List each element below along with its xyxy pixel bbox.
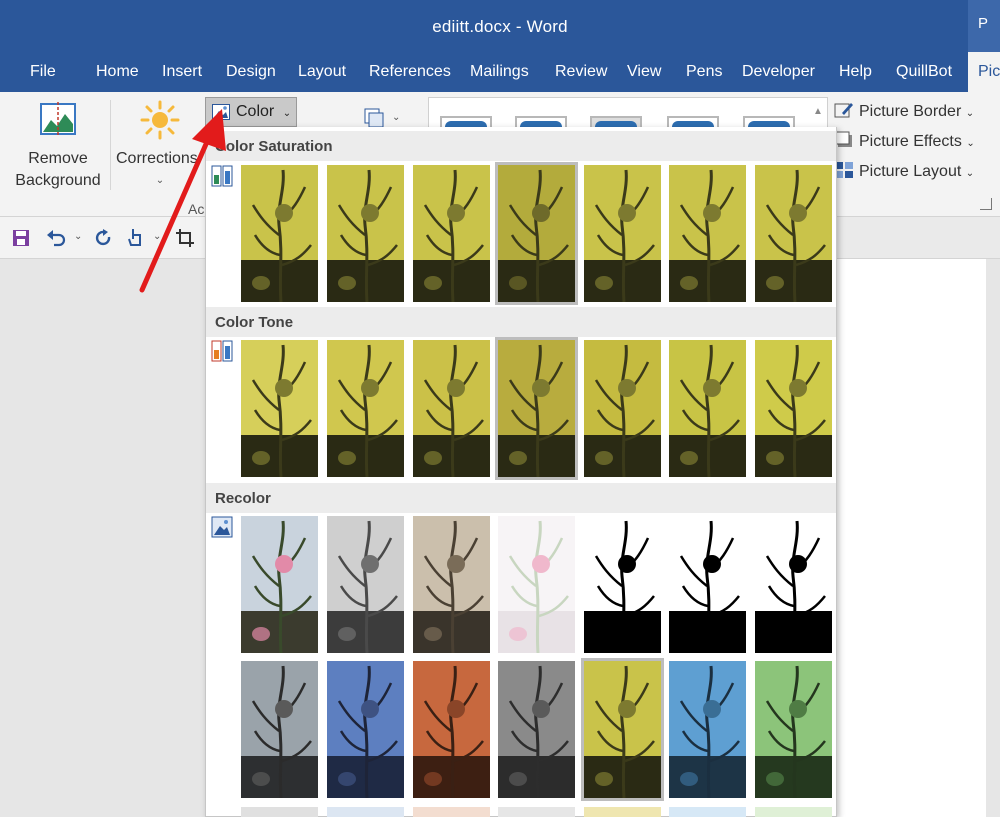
recolor-thumb[interactable] [413,516,490,653]
tab-pens[interactable]: Pens [686,63,722,81]
picture-border-button[interactable]: Picture Border ⌄ [834,101,974,121]
tab-view[interactable]: View [627,63,661,81]
save-icon[interactable] [12,229,30,247]
tab-references[interactable]: References [369,63,451,81]
tab-picture-format[interactable]: Pic [968,52,1000,92]
recolor-thumb[interactable] [669,807,746,817]
picture-layout-icon [835,162,853,178]
recolor-thumb[interactable] [327,661,404,798]
ribbon-divider [110,100,111,190]
recolor-thumb[interactable] [581,658,664,801]
section-title-color-tone: Color Tone [206,307,836,337]
tone-thumb[interactable] [584,340,661,477]
title-bar: ediitt.docx - Word P [0,0,1000,52]
redo-icon[interactable] [94,229,114,247]
recolor-thumb[interactable] [669,516,746,653]
annotation-arrow-icon [139,109,226,293]
remove-background-button[interactable]: Remove Background [8,100,108,192]
tab-review[interactable]: Review [555,63,607,81]
recolor-thumb[interactable] [241,516,318,653]
picture-layout-button[interactable]: Picture Layout ⌄ [834,161,974,181]
section-title-recolor: Recolor [206,483,836,513]
undo-dropdown-icon[interactable]: ⌄ [74,231,82,242]
tab-help[interactable]: Help [839,63,872,81]
chevron-down-icon[interactable]: ⌄ [392,112,400,123]
color-tone-icon [211,340,233,362]
tab-layout[interactable]: Layout [298,63,346,81]
tab-design[interactable]: Design [226,63,276,81]
tone-thumb[interactable] [669,340,746,477]
saturation-thumb[interactable] [584,165,661,302]
recolor-thumb[interactable] [755,807,832,817]
dialog-launcher-icon[interactable] [980,198,992,210]
tone-thumb[interactable] [413,340,490,477]
document-ruler-area [836,217,1000,259]
tab-quillbot[interactable]: QuillBot [896,63,952,81]
undo-icon[interactable] [46,229,66,247]
account-corner[interactable]: P [968,0,1000,52]
tone-thumb[interactable] [495,337,578,480]
recolor-thumb[interactable] [584,516,661,653]
tone-thumb[interactable] [241,340,318,477]
artistic-effects-icon[interactable] [364,108,386,128]
picture-effects-button[interactable]: Picture Effects ⌄ [834,131,975,151]
saturation-thumb[interactable] [669,165,746,302]
saturation-thumb[interactable] [327,165,404,302]
pen-icon [834,103,853,118]
tone-thumb[interactable] [327,340,404,477]
saturation-thumb[interactable] [241,165,318,302]
recolor-thumb[interactable] [498,807,575,817]
remove-background-label-2: Background [15,172,101,189]
gallery-scroll-up-icon[interactable]: ▲ [808,97,828,127]
recolor-thumb[interactable] [413,661,490,798]
picture-effects-icon [834,131,852,147]
recolor-thumb[interactable] [241,661,318,798]
recolor-thumb[interactable] [498,661,575,798]
saturation-thumb[interactable] [495,162,578,305]
recolor-thumb[interactable] [327,807,404,817]
saturation-thumb[interactable] [413,165,490,302]
tab-developer[interactable]: Developer [742,63,815,81]
recolor-thumb[interactable] [413,807,490,817]
recolor-thumb[interactable] [669,661,746,798]
color-dropdown-gallery: Color Saturation Color Tone Recolor [205,127,837,817]
recolor-thumb[interactable] [327,516,404,653]
chevron-down-icon: ⌄ [282,108,292,119]
tab-insert[interactable]: Insert [162,63,202,81]
recolor-thumb[interactable] [241,807,318,817]
saturation-thumb[interactable] [755,165,832,302]
tone-thumb[interactable] [755,340,832,477]
remove-background-label-1: Remove [28,150,88,167]
recolor-thumb[interactable] [498,516,575,653]
document-page[interactable] [836,259,986,817]
window-title: ediitt.docx - Word [432,17,568,36]
remove-background-icon [40,102,76,136]
section-title-color-saturation: Color Saturation [206,131,836,161]
tab-mailings[interactable]: Mailings [470,63,529,81]
ribbon-tabs: File Home Insert Design Layout Reference… [0,52,1000,92]
tab-home[interactable]: Home [96,63,139,81]
recolor-icon [211,516,233,538]
recolor-thumb[interactable] [755,661,832,798]
recolor-thumb[interactable] [755,516,832,653]
tab-file[interactable]: File [30,63,56,81]
recolor-thumb[interactable] [584,807,661,817]
